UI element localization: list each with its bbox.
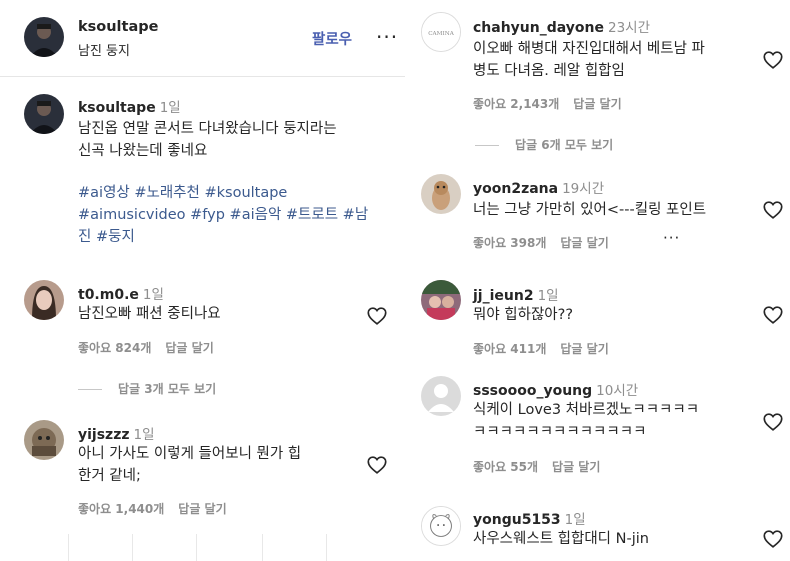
likes-count[interactable]: 좋아요 824개 bbox=[78, 341, 151, 355]
like-heart-icon[interactable] bbox=[762, 199, 784, 221]
post-author-avatar[interactable] bbox=[24, 17, 64, 57]
comment-text: 사우스웨스트 힙합대디 N-jin bbox=[473, 528, 758, 550]
comment-username[interactable]: t0.m0.e 1일 bbox=[78, 283, 164, 303]
post-comments-panel-left: ksoultape 남진 둥지 팔로우 ··· ksoultape 1일 남진옵 … bbox=[0, 0, 405, 561]
reply-button[interactable]: 답글 달기 bbox=[178, 502, 226, 516]
comment-line: 사우스웨스트 힙합대디 N-jin bbox=[473, 531, 649, 547]
commenter-avatar[interactable] bbox=[24, 280, 64, 320]
reply-button[interactable]: 답글 달기 bbox=[165, 341, 213, 355]
comments-panel-right: CAMINA chahyun_dayone 23시간 이오빠 해병대 자진입대해서… bbox=[405, 0, 790, 561]
comment-time: 1일 bbox=[142, 287, 164, 303]
comment-line: ㅋㅋㅋㅋㅋㅋㅋㅋㅋㅋㅋㅋㅋ bbox=[473, 424, 647, 440]
comment-more-icon[interactable]: ··· bbox=[663, 229, 680, 247]
view-replies-button[interactable]: 답글 6개 모두 보기 bbox=[475, 136, 613, 153]
comment-username[interactable]: yijszzz 1일 bbox=[78, 423, 155, 443]
comment-username[interactable]: yoon2zana 19시간 bbox=[473, 177, 604, 197]
likes-count[interactable]: 좋아요 411개 bbox=[473, 342, 546, 356]
comment-username-text[interactable]: yijszzz bbox=[78, 427, 130, 443]
commenter-avatar[interactable] bbox=[421, 506, 461, 546]
comment-username-text[interactable]: chahyun_dayone bbox=[473, 20, 604, 36]
comment-username-text[interactable]: yongu5153 bbox=[473, 512, 561, 528]
comment-line: 남진오빠 패션 중티나요 bbox=[78, 306, 221, 322]
comment-line: 아니 가사도 이렇게 들어보니 뭔가 힙 bbox=[78, 446, 302, 462]
default-avatar-icon[interactable] bbox=[421, 376, 461, 416]
comment-line: 병도 다녀옴. 레알 힙합임 bbox=[473, 63, 625, 79]
commenter-avatar[interactable] bbox=[24, 420, 64, 460]
like-heart-icon[interactable] bbox=[366, 454, 388, 476]
comment-time: 10시간 bbox=[596, 383, 639, 399]
post-author-username[interactable]: ksoultape bbox=[78, 19, 158, 35]
comment-text: 아니 가사도 이렇게 들어보니 뭔가 힙 한거 같네; bbox=[78, 443, 363, 487]
bottom-grid-area bbox=[0, 530, 405, 561]
grid-line bbox=[326, 534, 327, 561]
like-heart-icon[interactable] bbox=[762, 411, 784, 433]
like-heart-icon[interactable] bbox=[762, 49, 784, 71]
comment-text: 뭐야 힙하잖아?? bbox=[473, 304, 758, 326]
comment-actions: 좋아요 2,143개 답글 달기 bbox=[473, 95, 636, 112]
reply-button[interactable]: 답글 달기 bbox=[560, 342, 608, 356]
grid-line bbox=[196, 534, 197, 561]
comment-text: 식케이 Love3 처바르겠노ㅋㅋㅋㅋㅋ ㅋㅋㅋㅋㅋㅋㅋㅋㅋㅋㅋㅋㅋ bbox=[473, 399, 758, 443]
caption-line: 신곡 나왔는데 좋네요 bbox=[78, 143, 208, 159]
comment-username-text[interactable]: jj_ieun2 bbox=[473, 288, 534, 304]
like-heart-icon[interactable] bbox=[762, 528, 784, 550]
comment-time: 19시간 bbox=[562, 181, 605, 197]
comment-actions: 좋아요 55개 답글 달기 bbox=[473, 458, 614, 475]
hashtags[interactable]: #aimusicvideo #fyp #ai음악 #트로트 #남 bbox=[78, 204, 398, 226]
caption-username[interactable]: ksoultape 1일 bbox=[78, 96, 181, 116]
caption-username-text[interactable]: ksoultape bbox=[78, 100, 156, 116]
comment-username[interactable]: jj_ieun2 1일 bbox=[473, 284, 559, 304]
hashtags[interactable]: #ai영상 #노래추천 #ksoultape bbox=[78, 182, 398, 204]
comment-text: 이오빠 해병대 자진입대해서 베트남 파 병도 다녀옴. 레알 힙합임 bbox=[473, 38, 758, 82]
comment-text: 남진오빠 패션 중티나요 bbox=[78, 303, 358, 325]
grid-line bbox=[262, 534, 263, 561]
comment-actions: 좋아요 1,440개 답글 달기 bbox=[78, 500, 241, 517]
comment-username[interactable]: sssoooo_young 10시간 bbox=[473, 379, 638, 399]
comment-time: 1일 bbox=[537, 288, 559, 304]
comment-line: 뭐야 힙하잖아?? bbox=[473, 307, 574, 323]
view-replies-button[interactable]: 답글 3개 모두 보기 bbox=[78, 380, 216, 397]
reply-button[interactable]: 답글 달기 bbox=[560, 236, 608, 250]
comment-actions: 좋아요 411개 답글 달기 bbox=[473, 340, 623, 357]
comment-line: 한거 같네; bbox=[78, 468, 141, 484]
caption-time: 1일 bbox=[159, 100, 181, 116]
header-divider bbox=[0, 76, 405, 77]
comment-username-text[interactable]: sssoooo_young bbox=[473, 383, 592, 399]
comment-username-text[interactable]: t0.m0.e bbox=[78, 287, 139, 303]
comment-line: 식케이 Love3 처바르겠노ㅋㅋㅋㅋㅋ bbox=[473, 402, 700, 418]
grid-line bbox=[68, 534, 69, 561]
more-options-icon[interactable]: ··· bbox=[376, 25, 398, 49]
comment-actions: 좋아요 824개 답글 달기 bbox=[78, 339, 228, 356]
comment-time: 1일 bbox=[564, 512, 586, 528]
comment-time: 1일 bbox=[133, 427, 155, 443]
hashtags[interactable]: 진 #둥지 bbox=[78, 226, 398, 248]
reply-button[interactable]: 답글 달기 bbox=[573, 97, 621, 111]
commenter-avatar[interactable] bbox=[421, 280, 461, 320]
svg-text:CAMINA: CAMINA bbox=[428, 31, 455, 37]
commenter-avatar[interactable]: CAMINA bbox=[421, 12, 461, 52]
grid-line bbox=[132, 534, 133, 561]
caption-line: 남진옵 연말 콘서트 다녀왔습니다 둥지라는 bbox=[78, 121, 337, 137]
comment-username[interactable]: chahyun_dayone 23시간 bbox=[473, 16, 650, 36]
commenter-avatar[interactable] bbox=[421, 174, 461, 214]
caption-text: 남진옵 연말 콘서트 다녀왔습니다 둥지라는 신곡 나왔는데 좋네요 #ai영상… bbox=[78, 118, 398, 248]
like-heart-icon[interactable] bbox=[762, 304, 784, 326]
comment-username[interactable]: yongu5153 1일 bbox=[473, 508, 586, 528]
comment-username-text[interactable]: yoon2zana bbox=[473, 181, 558, 197]
comment-actions: 좋아요 398개 답글 달기 bbox=[473, 234, 623, 251]
reply-button[interactable]: 답글 달기 bbox=[552, 460, 600, 474]
caption-author-avatar[interactable] bbox=[24, 94, 64, 134]
likes-count[interactable]: 좋아요 55개 bbox=[473, 460, 538, 474]
likes-count[interactable]: 좋아요 2,143개 bbox=[473, 97, 559, 111]
likes-count[interactable]: 좋아요 398개 bbox=[473, 236, 546, 250]
comment-line: 너는 그냥 가만히 있어<---킬링 포인트 bbox=[473, 202, 707, 218]
like-heart-icon[interactable] bbox=[366, 305, 388, 327]
follow-button[interactable]: 팔로우 bbox=[312, 28, 352, 49]
comment-text: 너는 그냥 가만히 있어<---킬링 포인트 bbox=[473, 199, 763, 221]
likes-count[interactable]: 좋아요 1,440개 bbox=[78, 502, 164, 516]
comment-time: 23시간 bbox=[607, 20, 651, 36]
comment-line: 이오빠 해병대 자진입대해서 베트남 파 bbox=[473, 41, 705, 57]
post-audio-title[interactable]: 남진 둥지 bbox=[78, 40, 130, 59]
